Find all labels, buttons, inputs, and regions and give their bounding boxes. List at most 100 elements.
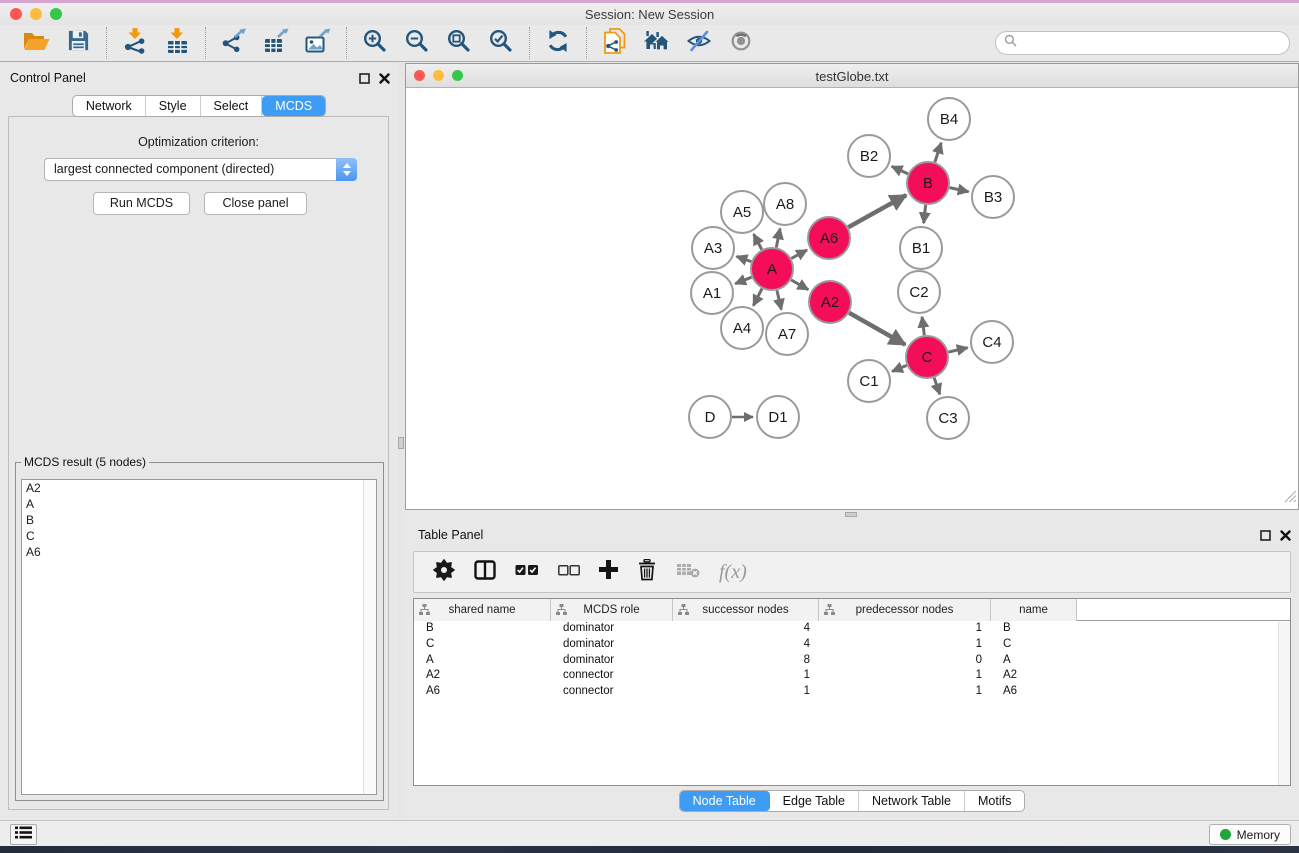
graph-edge-B-B2[interactable] — [892, 166, 908, 173]
graph-node-C3[interactable]: C3 — [927, 397, 969, 439]
graph-edge-A-A2[interactable] — [791, 280, 808, 290]
float-panel-icon[interactable] — [1260, 528, 1271, 546]
save-button[interactable] — [57, 27, 99, 59]
run-mcds-button[interactable]: Run MCDS — [93, 192, 190, 215]
column-header-MCDS-role[interactable]: MCDS role — [551, 599, 673, 621]
table-cell[interactable]: 1 — [819, 637, 991, 653]
table-cell[interactable]: 4 — [673, 637, 819, 653]
graph-node-B1[interactable]: B1 — [900, 227, 942, 269]
function-builder-button[interactable]: f(x) — [719, 561, 747, 584]
export-table-button[interactable] — [255, 27, 297, 59]
table-cell[interactable]: 1 — [673, 668, 819, 684]
import-table-button[interactable] — [156, 27, 198, 59]
graph-edge-A2-C[interactable] — [849, 313, 905, 345]
table-cell[interactable]: 1 — [673, 684, 819, 700]
result-item[interactable]: A6 — [22, 544, 376, 560]
graph-node-C4[interactable]: C4 — [971, 321, 1013, 363]
resize-grip-icon[interactable] — [1284, 490, 1297, 508]
close-panel-icon[interactable] — [379, 71, 390, 89]
table-cell[interactable]: C — [991, 637, 1077, 653]
table-cell[interactable]: dominator — [551, 653, 673, 669]
float-panel-icon[interactable] — [359, 71, 370, 89]
memory-button[interactable]: Memory — [1209, 824, 1291, 845]
table-row[interactable]: A6connector11A6 — [414, 684, 1290, 700]
graph-edge-C-C3[interactable] — [934, 378, 940, 395]
table-cell[interactable]: connector — [551, 668, 673, 684]
tab-network-table[interactable]: Network Table — [859, 791, 965, 811]
graph-node-A7[interactable]: A7 — [766, 313, 808, 355]
graph-edge-B-B3[interactable] — [950, 188, 969, 192]
column-header-successor-nodes[interactable]: successor nodes — [673, 599, 819, 621]
export-network-button[interactable] — [213, 27, 255, 59]
graph-edge-C-C4[interactable] — [948, 348, 967, 352]
table-cell[interactable]: connector — [551, 684, 673, 700]
graph-edge-A6-B[interactable] — [848, 195, 906, 227]
zoom-selected-button[interactable] — [480, 27, 522, 59]
hide-details-button[interactable] — [678, 27, 720, 59]
import-network-button[interactable] — [114, 27, 156, 59]
export-image-button[interactable] — [297, 27, 339, 59]
graph-node-B4[interactable]: B4 — [928, 98, 970, 140]
table-cell[interactable]: 1 — [819, 668, 991, 684]
refresh-button[interactable] — [537, 27, 579, 59]
tab-style[interactable]: Style — [146, 96, 201, 116]
table-cell[interactable]: dominator — [551, 637, 673, 653]
splitter-handle[interactable] — [398, 437, 404, 449]
table-cell[interactable]: C — [414, 637, 551, 653]
table-cell[interactable]: 8 — [673, 653, 819, 669]
tab-edge-table[interactable]: Edge Table — [770, 791, 859, 811]
gear-button[interactable] — [433, 559, 455, 586]
criterion-dropdown[interactable]: largest connected component (directed) — [44, 158, 357, 181]
network-window-titlebar[interactable]: testGlobe.txt — [406, 64, 1298, 88]
tab-network[interactable]: Network — [73, 96, 146, 116]
home-button[interactable] — [636, 27, 678, 59]
eye-button[interactable] — [720, 27, 762, 59]
graph-edge-C-C2[interactable] — [922, 317, 924, 335]
table-cell[interactable]: 1 — [819, 621, 991, 637]
task-history-button[interactable] — [10, 824, 37, 845]
zoom-out-button[interactable] — [396, 27, 438, 59]
graph-node-A3[interactable]: A3 — [692, 227, 734, 269]
delete-table-button[interactable] — [676, 562, 700, 583]
table-cell[interactable]: A2 — [991, 668, 1077, 684]
graph-node-B[interactable]: B — [907, 162, 949, 204]
table-cell[interactable]: A6 — [991, 684, 1077, 700]
result-item[interactable]: B — [22, 512, 376, 528]
vertical-splitter[interactable] — [398, 62, 405, 820]
zoom-fit-button[interactable] — [438, 27, 480, 59]
graph-edge-A-A3[interactable] — [737, 256, 752, 261]
open-folder-button[interactable] — [15, 27, 57, 59]
zoom-in-button[interactable] — [354, 27, 396, 59]
graph-edge-B-B1[interactable] — [924, 205, 926, 223]
column-header-shared-name[interactable]: shared name — [414, 599, 551, 621]
splitter-handle[interactable] — [845, 512, 857, 517]
result-item[interactable]: A2 — [22, 480, 376, 496]
table-cell[interactable]: B — [991, 621, 1077, 637]
network-canvas[interactable]: AA1A2A3A4A5A6A7A8BB1B2B3B4CC1C2C3C4DD1 — [406, 88, 1298, 509]
table-cell[interactable]: A — [414, 653, 551, 669]
table-row[interactable]: A2connector11A2 — [414, 668, 1290, 684]
table-scrollbar[interactable] — [1278, 622, 1290, 785]
column-header-name[interactable]: name — [991, 599, 1077, 621]
tab-node-table[interactable]: Node Table — [680, 791, 770, 811]
table-row[interactable]: Cdominator41C — [414, 637, 1290, 653]
result-item[interactable]: C — [22, 528, 376, 544]
tab-motifs[interactable]: Motifs — [965, 791, 1024, 811]
tab-mcds[interactable]: MCDS — [262, 96, 325, 116]
network-document-button[interactable] — [594, 27, 636, 59]
table-cell[interactable]: dominator — [551, 621, 673, 637]
table-cell[interactable]: A2 — [414, 668, 551, 684]
close-panel-icon[interactable] — [1280, 528, 1291, 546]
deselect-all-button[interactable] — [558, 563, 580, 581]
graph-node-A4[interactable]: A4 — [721, 307, 763, 349]
graph-node-A1[interactable]: A1 — [691, 272, 733, 314]
add-column-button[interactable] — [599, 560, 618, 584]
graph-edge-B-B4[interactable] — [935, 143, 941, 162]
graph-edge-A-A8[interactable] — [776, 229, 780, 248]
table-cell[interactable]: 1 — [819, 684, 991, 700]
result-item[interactable]: A — [22, 496, 376, 512]
graph-node-A[interactable]: A — [751, 248, 793, 290]
graph-node-C2[interactable]: C2 — [898, 271, 940, 313]
column-header-predecessor-nodes[interactable]: predecessor nodes — [819, 599, 991, 621]
graph-node-A6[interactable]: A6 — [808, 217, 850, 259]
